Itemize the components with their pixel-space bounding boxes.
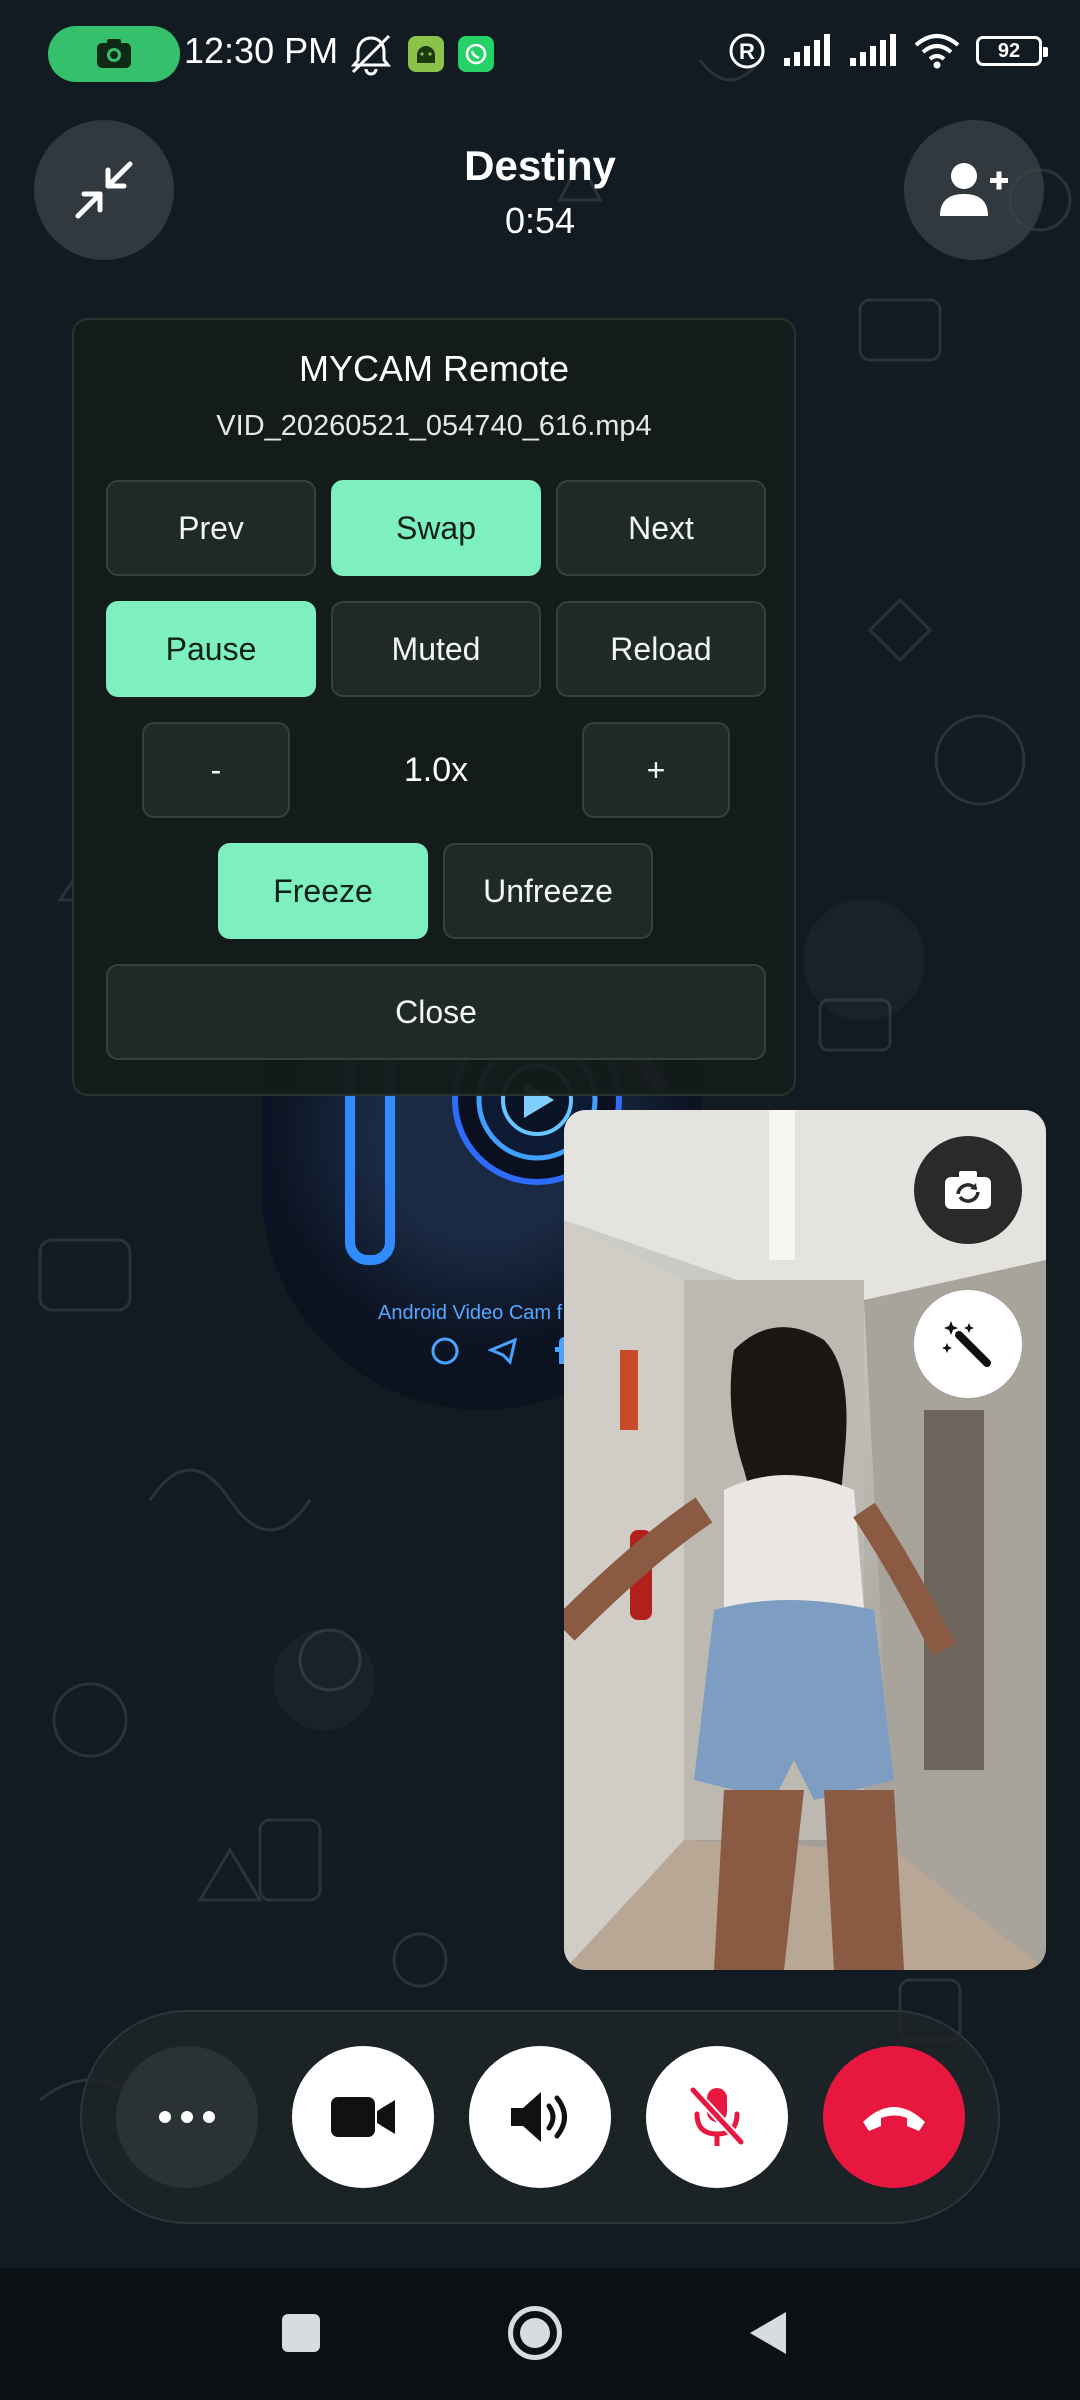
mic-off-icon (689, 2086, 745, 2146)
more-options-button[interactable] (116, 2046, 258, 2188)
system-navigation-bar (0, 2268, 1080, 2400)
speaker-icon (511, 2092, 567, 2142)
add-person-icon (940, 163, 1008, 216)
back-button[interactable] (748, 2310, 788, 2361)
effects-button[interactable] (914, 1290, 1022, 1398)
whatsapp-icon (431, 1337, 459, 1365)
speed-increase-button[interactable]: + (582, 722, 730, 818)
speaker-button[interactable] (469, 2046, 611, 2188)
telegram-icon (488, 1337, 518, 1365)
svg-text:R: R (739, 39, 755, 64)
current-file-name: VID_20260521_054740_616.mp4 (216, 410, 652, 442)
prev-button[interactable]: Prev (106, 480, 316, 576)
video-toggle-button[interactable] (292, 2046, 434, 2188)
end-call-icon (863, 2107, 925, 2131)
signal-icon (850, 34, 896, 66)
panel-title: MYCAM Remote (298, 348, 570, 389)
close-panel-button[interactable]: Close (106, 964, 766, 1060)
android-icon (408, 36, 444, 72)
registered-icon: R (729, 33, 765, 69)
screen-recording-indicator[interactable] (48, 26, 180, 82)
back-icon (750, 2312, 786, 2354)
speed-decrease-button[interactable]: - (142, 722, 290, 818)
bell-off-icon (350, 34, 392, 76)
home-icon (520, 2318, 550, 2348)
video-call-screen: 12:30 PM R 92 Destiny 0:54 Android Video… (0, 0, 1080, 2400)
switch-camera-icon (945, 1171, 991, 1209)
pause-button[interactable]: Pause (106, 601, 316, 697)
switch-camera-button[interactable] (914, 1136, 1022, 1244)
logo-social-icons (430, 1336, 576, 1366)
next-button[interactable]: Next (556, 480, 766, 576)
add-participant-button[interactable] (904, 120, 1044, 260)
battery-icon: 92 (976, 36, 1048, 66)
reload-button[interactable]: Reload (556, 601, 766, 697)
whatsapp-icon (458, 36, 494, 72)
status-bar: 12:30 PM R 92 (0, 0, 1080, 110)
remote-control-panel: MYCAM Remote VID_20260521_054740_616.mp4… (72, 318, 796, 1096)
self-video-preview[interactable] (564, 1110, 1046, 1970)
recent-apps-button[interactable] (282, 2314, 320, 2352)
magic-wand-icon (942, 1321, 991, 1367)
swap-button[interactable]: Swap (331, 480, 541, 576)
freeze-button[interactable]: Freeze (218, 843, 428, 939)
muted-button[interactable]: Muted (331, 601, 541, 697)
home-button[interactable] (508, 2306, 562, 2360)
end-call-button[interactable] (823, 2046, 965, 2188)
unfreeze-button[interactable]: Unfreeze (443, 843, 653, 939)
playback-speed-value: 1.0x (403, 750, 469, 789)
video-camera-icon (331, 2097, 395, 2137)
mute-mic-button[interactable] (646, 2046, 788, 2188)
signal-icon (784, 34, 830, 66)
camera-recording-icon (97, 39, 131, 68)
logo-caption: Android Video Cam f (378, 1302, 563, 1324)
more-icon (159, 2111, 215, 2123)
status-time: 12:30 PM (184, 30, 339, 71)
wifi-icon (914, 34, 960, 69)
battery-level: 92 (997, 39, 1021, 62)
